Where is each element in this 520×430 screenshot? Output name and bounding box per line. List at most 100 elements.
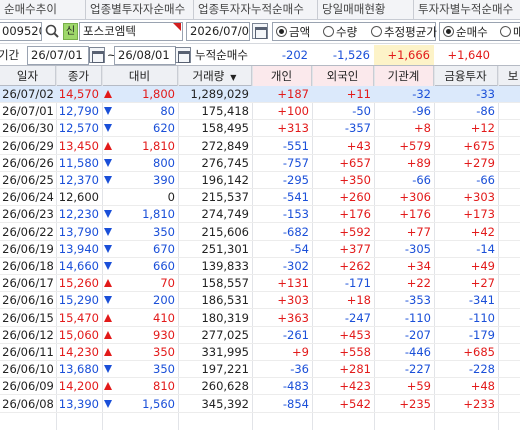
cell-financial-invest-text: +233 (463, 396, 495, 411)
cell-volume-text: 276,745 (201, 155, 249, 170)
stock-code-input[interactable]: 009520 (0, 22, 42, 41)
cell-foreign-text: +260 (339, 190, 371, 205)
stock-name-field[interactable]: 포스코엠텍 (79, 22, 183, 41)
radio-net-buy[interactable]: 순매수 (443, 24, 488, 40)
tab-investor-cumulative-net-buy[interactable]: 투자자별누적순매수 (414, 0, 520, 19)
table-row[interactable]: 26/06/23 12,230 1,810 274,749 -153 +176 +176 +1… (0, 206, 520, 224)
col-financial-invest[interactable]: 금융투자 (434, 66, 498, 86)
cell-financial-invest: +685 (434, 344, 498, 361)
cell-date-text: 26/07/02 (2, 87, 54, 101)
cell-date: 26/06/15 (0, 310, 56, 327)
col-individual[interactable]: 개인 (252, 66, 312, 86)
cell-close-text: 12,570 (58, 121, 99, 136)
cell-financial-invest-text: +303 (463, 190, 495, 205)
cell-date-text: 26/06/16 (2, 293, 54, 308)
search-button[interactable] (43, 22, 63, 41)
down-triangle-icon (104, 399, 112, 408)
cell-date: 26/06/19 (0, 241, 56, 258)
cell-date-text: 26/06/22 (2, 224, 54, 239)
table-row[interactable]: 26/06/09 14,200 810 260,628 -483 +423 +59 +48 (0, 378, 520, 396)
cell-individual-text: +9 (292, 345, 309, 359)
table-row[interactable]: 26/06/08 13,390 1,560 345,392 -854 +542 +235 +2… (0, 396, 520, 413)
table-row[interactable]: 26/07/01 12,790 80 175,418 +100 -50 -96 -86 (0, 103, 520, 121)
radio-amount-label: 금액 (289, 25, 311, 39)
table-row[interactable]: 26/06/29 13,450 1,810 272,849 -551 +43 +579 +67… (0, 138, 520, 155)
up-triangle-icon (104, 330, 112, 339)
cell-institution: +34 (374, 258, 434, 275)
cell-individual-text: +100 (277, 104, 309, 119)
table-row[interactable]: 26/06/18 14,660 660 139,833 -302 +262 +34 +49 (0, 258, 520, 275)
cell-individual-text: +303 (277, 293, 309, 308)
calendar-icon[interactable] (175, 47, 191, 63)
cell-foreign: +18 (312, 292, 374, 309)
cell-financial-invest: +27 (434, 275, 498, 292)
cell-institution-text: +59 (406, 379, 431, 394)
col-institution[interactable]: 기관계 (374, 66, 434, 86)
cell-foreign: -247 (312, 310, 374, 327)
table-row[interactable]: 26/06/22 13,790 350 215,606 -682 +592 +77 +42 (0, 224, 520, 241)
cell-change: 800 (102, 155, 178, 172)
col-volume-label: 거래량 (192, 69, 225, 83)
cell-change: 1,810 (102, 138, 178, 155)
table-row[interactable]: 26/06/11 14,230 350 331,995 +9 +558 -446 +685 (0, 344, 520, 361)
cell-close-text: 14,230 (58, 345, 99, 359)
cumulative-financial-invest: +1,640 (447, 48, 490, 62)
cell-change: 1,800 (102, 86, 178, 103)
cell-financial-invest-text: +27 (470, 276, 495, 291)
cell-volume: 251,301 (178, 241, 252, 258)
table-row[interactable]: 26/06/24 12,600 0 215,537 -541 +260 +306 +303 (0, 189, 520, 207)
table-row[interactable]: 26/06/15 15,470 410 180,319 +363 -247 -110 -110 (0, 310, 520, 327)
calendar-icon[interactable] (252, 23, 268, 39)
cell-close: 15,260 (56, 275, 102, 292)
cumulative-institution: +1,666 (374, 45, 434, 65)
down-triangle-icon (104, 210, 112, 219)
period-from-input[interactable]: 26/07/01 (27, 46, 89, 65)
col-change[interactable]: 대비 (102, 66, 178, 86)
col-close[interactable]: 종가 (56, 66, 102, 86)
cell-financial-invest-text: +279 (463, 155, 495, 170)
tab-sector-investor-net-buy[interactable]: 업종별투자자순매수 (86, 0, 194, 19)
radio-amount[interactable]: 금액 (276, 24, 310, 40)
radio-quantity[interactable]: 수량 (323, 24, 357, 40)
col-volume[interactable]: 거래량 ▼ (178, 66, 252, 86)
radio-est-avg-price[interactable]: 추정평균가 (371, 24, 437, 40)
table-row[interactable]: 26/06/30 12,570 620 158,495 +313 -357 +8 +12 (0, 120, 520, 138)
cell-change-text: 620 (153, 121, 175, 136)
cell-close: 12,790 (56, 103, 102, 120)
cell-institution-text: +77 (406, 224, 431, 239)
cell-institution-text: +89 (406, 155, 431, 170)
cell-institution: -446 (374, 344, 434, 361)
base-date-input[interactable]: 2026/07/02 (186, 22, 250, 41)
tab-net-buy-trend[interactable]: 순매수추이 (0, 0, 86, 19)
table-row[interactable]: 26/06/16 15,290 200 186,531 +303 +18 -353 -341 (0, 292, 520, 310)
calendar-icon[interactable] (89, 47, 105, 63)
cell-foreign: +262 (312, 258, 374, 275)
radio-buy[interactable]: 매 (500, 24, 520, 40)
col-insurance[interactable]: 보 (498, 66, 520, 86)
cell-date: 26/06/12 (0, 327, 56, 344)
tab-sector-investor-cumulative[interactable]: 업종투자자누적순매수 (194, 0, 318, 19)
table-row[interactable]: 26/07/02 14,570 1,800 1,289,029 +187 +11 -32 -3… (0, 86, 520, 103)
table-row[interactable]: 26/06/19 13,940 670 251,301 -54 +377 -305 -14 (0, 241, 520, 258)
cell-foreign: +453 (312, 327, 374, 344)
cell-institution-text: +579 (399, 138, 431, 153)
cell-change: 200 (102, 292, 178, 309)
table-row[interactable]: 26/06/25 12,370 390 196,142 -295 +350 -66 -66 (0, 172, 520, 189)
cell-foreign-text: +592 (339, 224, 371, 239)
cell-date-text: 26/06/23 (2, 207, 54, 222)
cell-volume-text: 272,849 (201, 138, 249, 153)
cell-financial-invest-text: +12 (470, 121, 495, 136)
period-to-input[interactable]: 26/08/01 (114, 46, 176, 65)
table-row[interactable]: 26/06/12 15,060 930 277,025 -261 +453 -207 -179 (0, 327, 520, 344)
cell-change-text: 390 (153, 173, 175, 187)
col-date[interactable]: 일자 (0, 66, 56, 86)
col-foreign[interactable]: 외국인 (312, 66, 374, 86)
table-row[interactable]: 26/06/10 13,680 350 197,221 -36 +281 -227 -228 (0, 361, 520, 379)
sort-down-icon[interactable]: ▼ (230, 73, 236, 82)
table-row[interactable]: 26/06/17 15,260 70 158,557 +131 -171 +22 +27 (0, 275, 520, 293)
cell-foreign-text: -357 (344, 121, 371, 136)
cell-foreign-text: +558 (339, 345, 371, 359)
table-row[interactable]: 26/06/26 11,580 800 276,745 -757 +657 +89 +279 (0, 155, 520, 172)
cell-change: 0 (102, 189, 178, 206)
tab-daily-trading-status[interactable]: 당일매매현황 (318, 0, 414, 19)
